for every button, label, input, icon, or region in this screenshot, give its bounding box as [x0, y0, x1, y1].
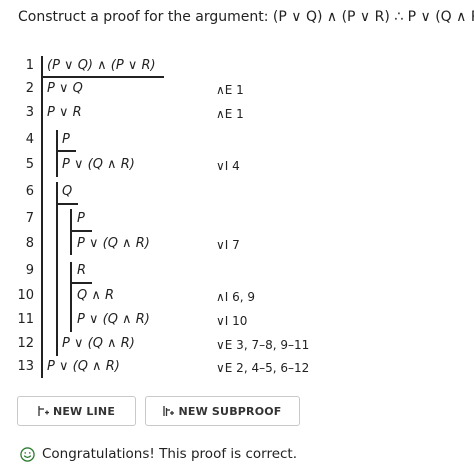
- formula[interactable]: P ∨ (Q ∧ R): [62, 157, 135, 173]
- justification[interactable]: ∧E 1: [216, 106, 244, 122]
- line-number: 5: [25, 157, 34, 172]
- new-subproof-button[interactable]: NEW SUBPROOF: [145, 396, 300, 426]
- premise-separator: [41, 76, 164, 78]
- line-number: 3: [25, 105, 34, 120]
- smiley-icon: [20, 446, 35, 462]
- new-subproof-icon: [163, 406, 175, 416]
- formula[interactable]: R: [77, 263, 86, 279]
- line-number: 4: [25, 132, 34, 147]
- line-number: 9: [25, 263, 34, 278]
- line-number: 2: [25, 81, 34, 96]
- assumption-separator: [56, 150, 76, 152]
- status-text: Congratulations! This proof is correct.: [42, 446, 298, 462]
- justification[interactable]: ∨I 10: [216, 313, 247, 329]
- formula[interactable]: Q: [62, 184, 72, 200]
- subproof-bar: [70, 262, 72, 332]
- justification[interactable]: ∨E 3, 7–8, 9–11: [216, 337, 309, 353]
- line-number: 11: [17, 312, 34, 327]
- assumption-separator: [56, 203, 78, 205]
- new-line-icon: [38, 406, 49, 416]
- justification[interactable]: ∧I 6, 9: [216, 289, 255, 305]
- formula[interactable]: P ∨ (Q ∧ R): [47, 359, 120, 375]
- formula[interactable]: P ∨ Q: [47, 81, 83, 97]
- line-number: 6: [25, 184, 34, 199]
- subproof-bar: [56, 182, 58, 356]
- subproof-bar: [70, 209, 72, 255]
- line-number: 7: [25, 211, 34, 226]
- formula[interactable]: P ∨ (Q ∧ R): [77, 312, 150, 328]
- line-number: 13: [17, 359, 34, 374]
- assumption-separator: [70, 230, 92, 232]
- justification[interactable]: ∨E 2, 4–5, 6–12: [216, 360, 309, 376]
- formula[interactable]: P ∨ (Q ∧ R): [62, 336, 135, 352]
- subproof-bar: [56, 130, 58, 177]
- line-number: 1: [25, 58, 34, 73]
- formula[interactable]: (P ∨ Q) ∧ (P ∨ R): [47, 58, 156, 74]
- justification[interactable]: ∨I 7: [216, 237, 240, 253]
- main-proof-bar: [41, 56, 43, 378]
- new-subproof-label: NEW SUBPROOF: [178, 404, 282, 418]
- line-number: 12: [17, 336, 34, 351]
- justification[interactable]: ∨I 4: [216, 158, 240, 174]
- new-line-button[interactable]: NEW LINE: [17, 396, 136, 426]
- formula[interactable]: P ∨ R: [47, 105, 82, 121]
- assumption-separator: [70, 282, 92, 284]
- formula[interactable]: P ∨ (Q ∧ R): [77, 236, 150, 252]
- justification[interactable]: ∧E 1: [216, 82, 244, 98]
- formula[interactable]: P: [62, 132, 70, 148]
- formula[interactable]: P: [77, 211, 85, 227]
- proof-area: 1 2 3 4 5 6 7 8 9 10 11 12 13 (P ∨ Q) ∧ …: [0, 0, 474, 395]
- formula[interactable]: Q ∧ R: [77, 288, 114, 304]
- status-message: Congratulations! This proof is correct.: [20, 446, 297, 462]
- line-number: 10: [17, 288, 34, 303]
- new-line-label: NEW LINE: [52, 404, 116, 418]
- line-number: 8: [25, 236, 34, 251]
